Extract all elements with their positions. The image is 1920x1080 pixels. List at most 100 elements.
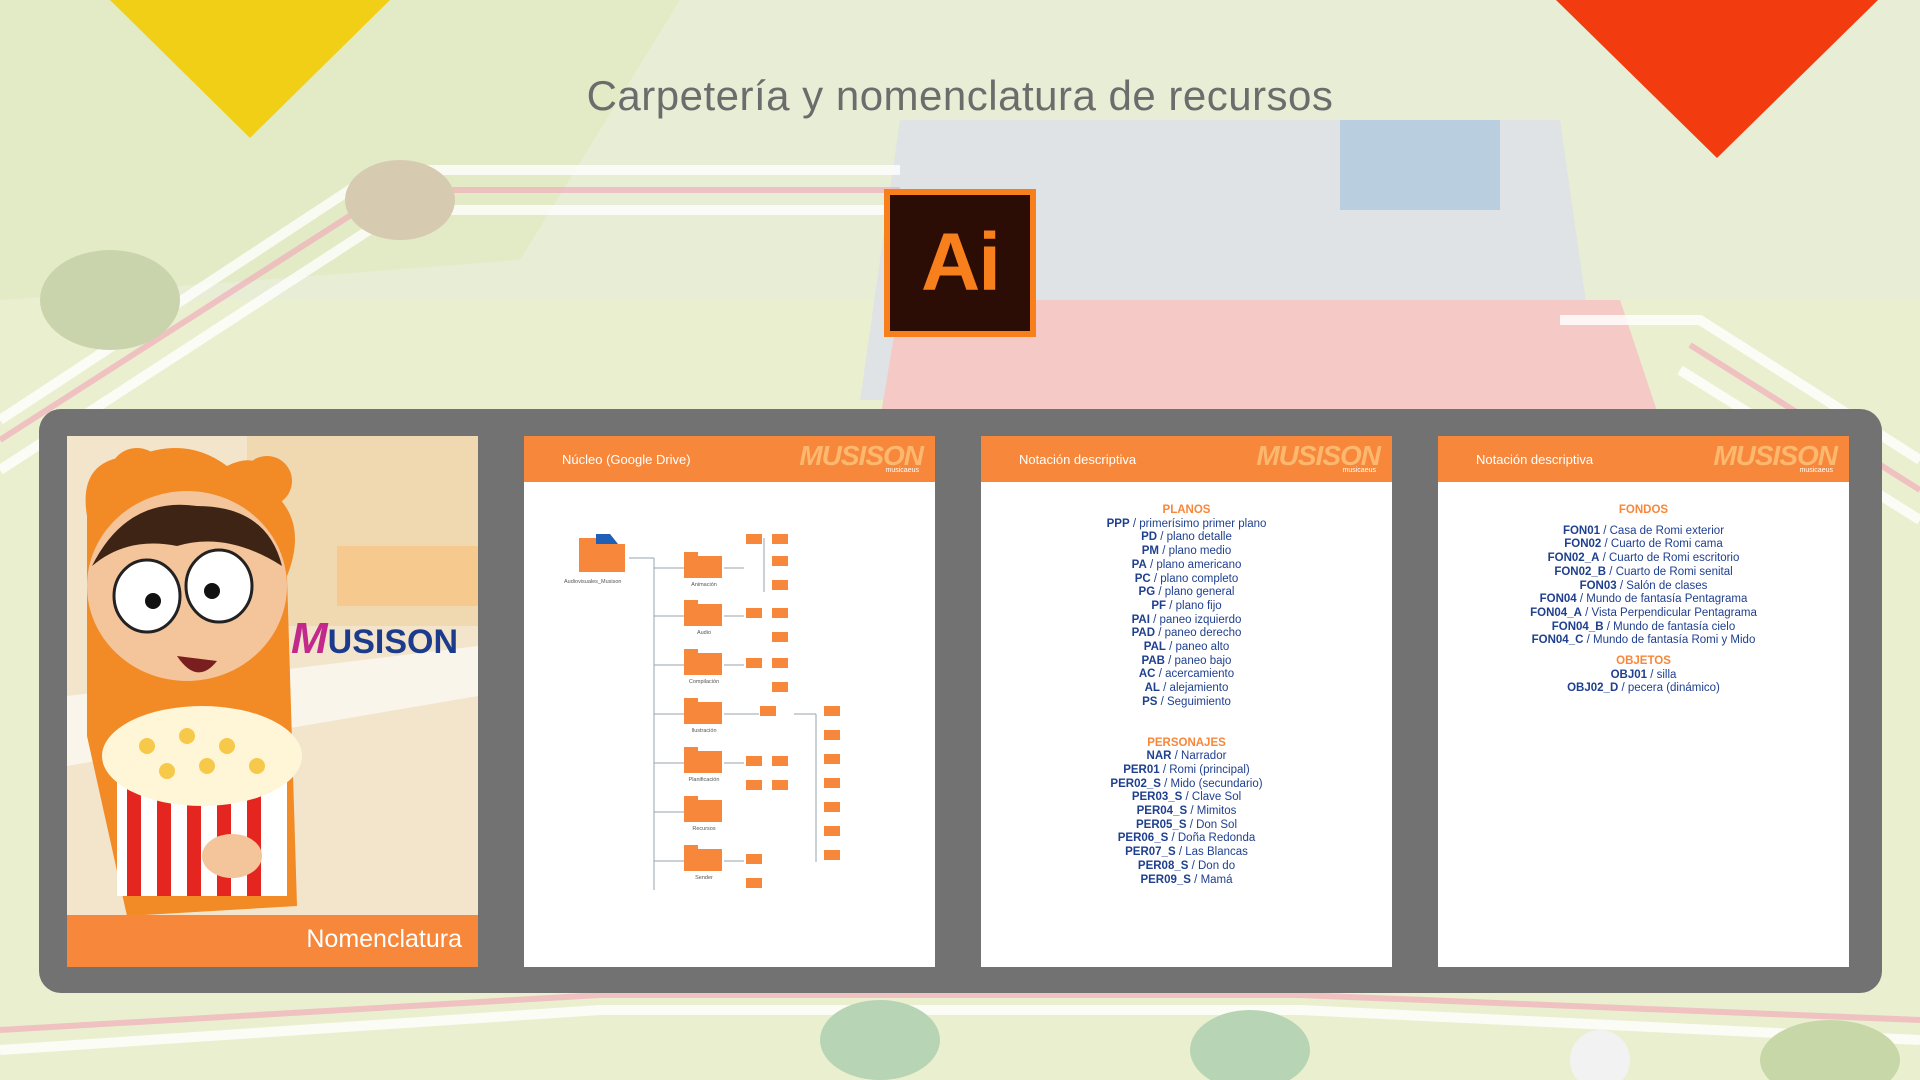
notation-entry: FON02_B / Cuarto de Romi senital	[1438, 566, 1849, 580]
musison-logo-text: USISON	[327, 623, 459, 661]
notation-code: AL	[1144, 682, 1160, 695]
notation-entry: PAL / paneo alto	[981, 641, 1392, 655]
notation-entry: PER01 / Romi (principal)	[981, 764, 1392, 778]
notation-entry: PM / plano medio	[981, 545, 1392, 559]
cover-card[interactable]: MUSISON Nomenclatura	[67, 436, 478, 967]
planos-list: PPP / primerísimo primer plano PD / plano…	[981, 518, 1392, 710]
notation-desc: / Narrador	[1171, 750, 1227, 763]
notation-desc: / plano fijo	[1166, 599, 1222, 612]
illustrator-logo-icon: Ai	[884, 189, 1036, 337]
notation-list: PLANOS PPP / primerísimo primer plano PD …	[981, 482, 1392, 887]
notation-desc: / Casa de Romi exterior	[1600, 524, 1725, 537]
notation-entry: PER08_S / Don do	[981, 860, 1392, 874]
notation-desc: / alejamiento	[1159, 682, 1229, 695]
notation-desc: / Don Sol	[1186, 818, 1237, 831]
notation-code: NAR	[1146, 750, 1172, 763]
notation-desc: / primerísimo primer plano	[1129, 517, 1267, 530]
notation-code: FON01	[1562, 524, 1601, 537]
notation-code: PAI	[1131, 613, 1150, 626]
nucleo-card[interactable]: Núcleo (Google Drive) MUSISONmusicaeus	[524, 436, 935, 967]
notation-entry: PAD / paneo derecho	[981, 627, 1392, 641]
notation-code: FON02_A	[1547, 552, 1600, 565]
root-folder-label: Audiovisuales_Musison	[564, 579, 621, 585]
notation-entry: PA / plano americano	[981, 559, 1392, 573]
card-header-title: Notación descriptiva	[1476, 451, 1594, 467]
notation-code: PAB	[1141, 654, 1165, 667]
notation-entry: PER03_S / Clave Sol	[981, 791, 1392, 805]
musison-logo-m: M	[291, 614, 328, 663]
musison-logo-sub: musicaeus	[1799, 467, 1833, 474]
notation-entry: PER07_S / Las Blancas	[981, 846, 1392, 860]
notation-code: PM	[1141, 545, 1159, 558]
notation-code: PF	[1151, 599, 1167, 612]
notation-desc: / paneo alto	[1165, 641, 1230, 654]
musison-logo-sub: musicaeus	[885, 467, 919, 474]
notation-code: PC	[1134, 572, 1151, 585]
folder-label: Audio	[697, 630, 711, 636]
notation-code: PG	[1138, 586, 1156, 599]
notation-desc: / Don do	[1188, 859, 1236, 872]
notation-desc: / plano americano	[1146, 558, 1242, 571]
notation-code: PER04_S	[1136, 805, 1188, 818]
folder-label: Compilación	[689, 679, 719, 685]
notation-desc: / Mamá	[1190, 873, 1233, 886]
card-header: Notación descriptiva MUSISON musicaeus	[981, 436, 1392, 482]
card-header: Notación descriptiva MUSISON musicaeus	[1438, 436, 1849, 482]
notation-desc: / silla	[1647, 668, 1677, 681]
illustrator-logo-text: Ai	[921, 217, 1001, 308]
notation-code: PER05_S	[1135, 818, 1187, 831]
notation-card-fondos[interactable]: Notación descriptiva MUSISON musicaeus FO…	[1438, 436, 1849, 967]
notation-code: PAD	[1131, 627, 1156, 640]
notation-code: PPP	[1106, 517, 1130, 530]
notation-desc: / plano detalle	[1157, 531, 1232, 544]
notation-desc: / Seguimiento	[1157, 695, 1231, 708]
notation-entry: PC / plano completo	[981, 573, 1392, 587]
notation-code: PA	[1131, 558, 1147, 571]
notation-desc: / Clave Sol	[1182, 791, 1242, 804]
notation-code: PAL	[1143, 641, 1166, 654]
card-header-title: Notación descriptiva	[1019, 451, 1137, 467]
notation-desc: / Romi (principal)	[1159, 763, 1250, 776]
notation-code: PER02_S	[1110, 777, 1161, 790]
notation-entry: FON04_B / Mundo de fantasía cielo	[1438, 621, 1849, 635]
notation-desc: / Cuarto de Romi cama	[1601, 538, 1723, 551]
musison-logo-sub: musicaeus	[1342, 467, 1376, 474]
cover-label: Nomenclatura	[306, 925, 462, 953]
notation-desc: / Mundo de fantasía Pentagrama	[1576, 593, 1748, 606]
notation-desc: / Vista Perpendicular Pentagrama	[1581, 606, 1757, 619]
notation-entry: OBJ01 / silla	[1438, 669, 1849, 683]
notation-desc: / pecera (dinámico)	[1618, 682, 1720, 695]
notation-desc: / acercamiento	[1155, 668, 1235, 681]
notation-desc: / plano medio	[1159, 545, 1232, 558]
notation-code: PER07_S	[1125, 846, 1176, 859]
notation-entry: PER02_S / Mido (secundario)	[981, 778, 1392, 792]
folder-label: Recursos	[692, 826, 715, 832]
notation-entry: PD / plano detalle	[981, 531, 1392, 545]
notation-card-planos[interactable]: Notación descriptiva MUSISON musicaeus PL…	[981, 436, 1392, 967]
notation-code: PER03_S	[1131, 791, 1183, 804]
notation-code: PER06_S	[1117, 832, 1169, 845]
notation-code: FON04	[1539, 593, 1577, 606]
notation-desc: / paneo derecho	[1155, 627, 1242, 640]
notation-code: FON04_C	[1531, 634, 1584, 647]
notation-entry: FON04 / Mundo de fantasía Pentagrama	[1438, 593, 1849, 607]
notation-entry: PER04_S / Mimitos	[981, 805, 1392, 819]
notation-desc: / plano general	[1155, 586, 1235, 599]
notation-entry: FON03 / Salón de clases	[1438, 580, 1849, 594]
notation-entry: AC / acercamiento	[981, 668, 1392, 682]
notation-entry: PS / Seguimiento	[981, 696, 1392, 710]
card-header: Núcleo (Google Drive) MUSISON musicaeus	[524, 436, 935, 482]
notation-entry: PER09_S / Mamá	[981, 874, 1392, 888]
notation-entry: FON02 / Cuarto de Romi cama	[1438, 538, 1849, 552]
notation-code: FON02	[1564, 538, 1602, 551]
section-title-fondos: FONDOS	[1618, 504, 1669, 516]
notation-entry: FON02_A / Cuarto de Romi escritorio	[1438, 552, 1849, 566]
folder-label: Sender	[695, 875, 713, 881]
notation-code: AC	[1138, 668, 1156, 681]
notation-desc: / Mundo de fantasía Romi y Mido	[1583, 634, 1756, 647]
notation-entry: FON04_A / Vista Perpendicular Pentagrama	[1438, 607, 1849, 621]
musison-logo: MUSISON	[291, 614, 458, 664]
notation-desc: / paneo izquierdo	[1149, 613, 1242, 626]
fondos-list: FON01 / Casa de Romi exterior FON02 / Cua…	[1438, 525, 1849, 648]
notation-entry: OBJ02_D / pecera (dinámico)	[1438, 682, 1849, 696]
